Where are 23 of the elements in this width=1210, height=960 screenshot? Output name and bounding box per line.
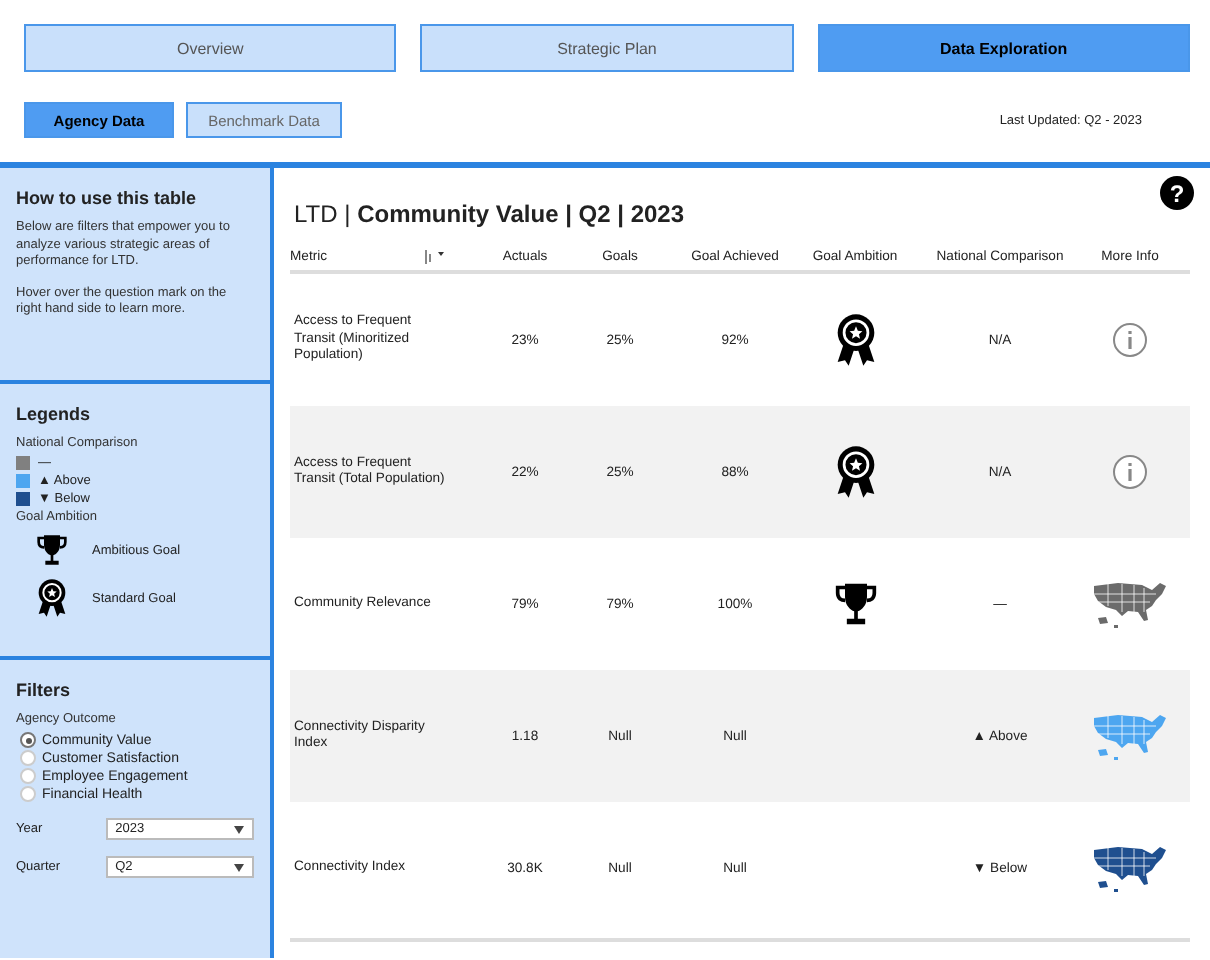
us-map-icon[interactable] <box>1090 842 1170 894</box>
caret-icon <box>234 863 244 871</box>
award-ribbon-icon <box>833 444 877 500</box>
table-title: LTD | Community Value | Q2 | 2023 <box>294 200 687 228</box>
section-heading: How to use this table <box>16 188 199 208</box>
caret-icon <box>234 825 244 833</box>
nav-tab[interactable]: Strategic Plan <box>420 24 794 72</box>
sort-icon <box>424 250 444 264</box>
radio-button[interactable] <box>20 786 36 802</box>
section-heading: Filters <box>16 680 73 700</box>
help-button[interactable]: ? <box>1160 176 1194 210</box>
award-ribbon-icon <box>833 312 877 368</box>
nav-tab[interactable]: Data Exploration <box>817 24 1190 72</box>
info-icon[interactable] <box>1112 322 1148 358</box>
radio-button[interactable] <box>20 750 36 766</box>
radio-button[interactable] <box>20 768 36 784</box>
info-icon[interactable] <box>1112 454 1148 490</box>
nav-tab[interactable]: Overview <box>24 24 397 72</box>
section-heading: Legends <box>16 404 93 424</box>
award-ribbon-icon <box>36 578 68 618</box>
trophy-icon <box>36 530 68 570</box>
us-map-icon[interactable] <box>1090 578 1170 630</box>
radio-button[interactable] <box>20 732 36 748</box>
